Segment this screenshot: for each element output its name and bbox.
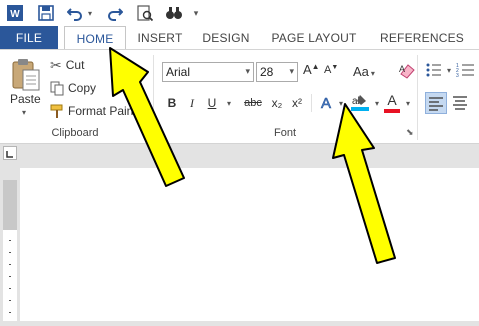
copy-icon: [50, 81, 64, 95]
save-icon[interactable]: [36, 3, 56, 23]
document-page[interactable]: [20, 168, 479, 321]
customize-icon[interactable]: ▾: [190, 3, 202, 23]
vertical-ruler[interactable]: [3, 180, 17, 321]
text-effects-dropdown[interactable]: ▾: [335, 94, 345, 112]
format-painter-icon: [50, 104, 63, 118]
clear-formatting-button[interactable]: A: [398, 62, 418, 82]
group-divider: [417, 55, 418, 140]
svg-text:A: A: [399, 64, 405, 74]
tab-design[interactable]: DESIGN: [196, 26, 256, 50]
paste-label: Paste: [10, 92, 41, 106]
subscript-button[interactable]: x₂: [268, 94, 286, 112]
grow-arrow-icon: ▲: [311, 62, 320, 71]
chevron-down-icon: ▾: [370, 69, 375, 78]
numbered-list-icon: 123: [456, 63, 474, 79]
font-name-value: Arial: [166, 65, 191, 79]
chevron-down-icon: ▾: [374, 98, 379, 108]
chevron-down-icon: ▾: [226, 98, 231, 108]
bullet-list-icon: [426, 63, 441, 77]
align-center-icon: [453, 96, 467, 110]
word-logo-icon: W: [6, 3, 24, 23]
bullets-button[interactable]: [426, 62, 448, 82]
change-case-button[interactable]: Aa ▾: [353, 64, 387, 82]
grow-font-label: A: [303, 62, 312, 77]
shrink-font-button[interactable]: A▼: [324, 64, 342, 84]
tab-stop-icon: [6, 151, 13, 158]
font-color-button[interactable]: A: [383, 92, 401, 114]
grow-font-button[interactable]: A▲: [303, 62, 321, 82]
format-painter-label: Format Pain: [68, 104, 134, 118]
redo-icon[interactable]: [106, 3, 124, 23]
divider: [311, 94, 312, 112]
align-center-button[interactable]: [450, 92, 472, 114]
find-icon[interactable]: [164, 3, 184, 23]
paste-icon: [12, 59, 40, 91]
font-dialog-launcher-icon[interactable]: ⬊: [406, 127, 414, 138]
tab-page-layout[interactable]: PAGE LAYOUT: [268, 26, 360, 50]
eraser-icon: A: [399, 64, 415, 79]
font-size-value: 28: [260, 65, 274, 79]
copy-button[interactable]: Copy: [50, 78, 96, 98]
cut-button[interactable]: ✂ Cut: [50, 55, 84, 75]
group-divider: [153, 55, 154, 140]
undo-dropdown-icon[interactable]: ▾: [86, 3, 94, 23]
font-color-label: A: [387, 92, 397, 108]
change-case-label: Aa: [353, 64, 369, 79]
chevron-down-icon[interactable]: ▾: [447, 66, 451, 75]
tab-file[interactable]: FILE: [0, 26, 58, 50]
font-color-swatch: [384, 109, 400, 113]
clipboard-group-label: Clipboard: [51, 127, 99, 139]
highlighter-icon: ab: [351, 95, 369, 111]
bold-button[interactable]: B: [165, 94, 179, 112]
align-left-icon: [429, 97, 443, 111]
paste-button[interactable]: Paste ▾: [8, 56, 46, 117]
tab-references[interactable]: REFERENCES: [372, 26, 472, 50]
highlight-dropdown[interactable]: ▾: [371, 94, 381, 112]
font-group-label: Font: [273, 127, 296, 139]
underline-dropdown[interactable]: ▾: [223, 94, 233, 112]
text-effects-button[interactable]: A: [318, 94, 334, 112]
undo-icon[interactable]: [66, 3, 84, 23]
cut-label: Cut: [65, 58, 85, 72]
ribbon-tabs: FILE HOME INSERT DESIGN PAGE LAYOUT REFE…: [0, 26, 479, 50]
highlight-color-button[interactable]: ab: [350, 92, 370, 114]
quick-access-toolbar: W ▾ ▾: [0, 0, 479, 26]
tab-home[interactable]: HOME: [64, 26, 126, 50]
italic-button[interactable]: I: [185, 94, 199, 112]
svg-text:W: W: [10, 9, 20, 20]
font-color-dropdown[interactable]: ▾: [402, 94, 412, 112]
chevron-down-icon: ▾: [338, 98, 343, 108]
chevron-down-icon: ▾: [405, 98, 410, 108]
numbering-button[interactable]: 123: [456, 62, 478, 82]
font-size-select[interactable]: 28 ▾: [256, 62, 298, 82]
print-preview-icon[interactable]: [136, 3, 154, 23]
font-name-select[interactable]: Arial ▾: [162, 62, 254, 82]
underline-button[interactable]: U: [205, 94, 219, 112]
chevron-down-icon: ▾: [245, 66, 250, 76]
copy-label: Copy: [68, 81, 97, 95]
strikethrough-button[interactable]: abc: [241, 94, 265, 112]
align-left-button[interactable]: [425, 92, 447, 114]
tab-insert[interactable]: INSERT: [132, 26, 188, 50]
scissors-icon: ✂: [50, 56, 62, 73]
chevron-down-icon: ▾: [289, 66, 294, 76]
superscript-button[interactable]: x²: [288, 94, 306, 112]
format-painter-button[interactable]: Format Pain: [50, 101, 133, 121]
tab-selector[interactable]: [3, 146, 17, 160]
shrink-arrow-icon: ▼: [331, 64, 339, 71]
paste-dropdown-icon: ▾: [22, 108, 27, 117]
svg-text:3: 3: [456, 73, 459, 78]
